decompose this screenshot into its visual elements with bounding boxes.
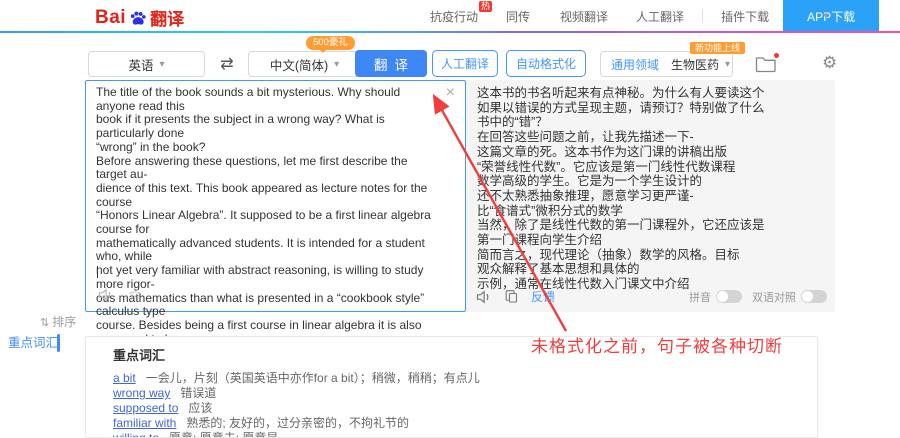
translation-result-text: 这本书的书名听起来有点神秘。为什么有人要读这个 如果以错误的方式呈现主题，请预订… (477, 86, 765, 292)
vocab-row: willing to 愿意; 愿意去; 愿意是 (113, 431, 797, 438)
vocab-term-link[interactable]: a bit (113, 371, 136, 385)
notification-dot (774, 53, 779, 58)
sort-label: 排序 (52, 315, 77, 329)
translation-result-panel: 这本书的书名听起来有点神秘。为什么有人要读这个 如果以错误的方式呈现主题，请预订… (466, 80, 835, 312)
nav-item-video-translate[interactable]: 视频翻译 (560, 8, 608, 25)
chevron-down-icon: ▾ (725, 58, 731, 70)
sort-button[interactable]: ⇅ 排序 (40, 313, 76, 330)
nav-item-simultaneous[interactable]: 同传 (506, 8, 530, 25)
nav-item-human-translate[interactable]: 人工翻译 (636, 8, 684, 25)
vocab-term-link[interactable]: willing to (113, 431, 159, 437)
folder-icon (755, 57, 776, 73)
baidu-translate-page: Bai 翻译 抗疫行动 热 同传 视频翻译 人工翻译 插件下载 APP下载 ▾ (0, 0, 900, 438)
vocab-card-title: 重点词汇 (113, 348, 166, 363)
nav-divider (702, 10, 704, 22)
vocab-row: supposed to 应该 (113, 401, 797, 416)
nav-item-plugin-download[interactable]: 插件下载 (721, 8, 769, 25)
vocab-definition: 错误道 (180, 386, 217, 400)
header-gradient-divider (0, 31, 900, 33)
domain-category-label: 通用领域 (611, 57, 660, 72)
promo-badge: 500豪礼 (306, 36, 355, 53)
vocab-definition: 一会儿，片刻（英国英语中亦作for a bit）；稍微，稍稍；有点儿 (145, 371, 480, 385)
domain-new-feature-badge: 新功能上线 (690, 42, 746, 54)
chevron-down-icon: ▾ (159, 58, 165, 70)
vocab-definition: 愿意; 愿意去; 愿意是 (169, 431, 279, 438)
nav-item-label: 抗疫行动 (430, 9, 479, 24)
baidu-paw-icon (130, 11, 146, 25)
user-menu-chevron-down-icon[interactable]: ▾ (823, 9, 829, 22)
domain-selected-value: 生物医药 (671, 57, 720, 72)
domain-select[interactable]: 通用领域 生物医药 ▾ (600, 51, 733, 77)
vocab-term-link[interactable]: supposed to (113, 401, 178, 415)
bilingual-toggle[interactable] (801, 290, 827, 303)
bilingual-toggle-label: 双语对照 (752, 291, 796, 304)
key-vocabulary-card: 重点词汇 a bit 一会儿，片刻（英国英语中亦作for a bit）；稍微，稍稍… (85, 336, 818, 438)
swap-icon: ⇄ (220, 56, 234, 73)
tab-key-vocabulary[interactable]: 重点词汇 (0, 333, 62, 353)
human-translate-button[interactable]: 人工翻译 (432, 50, 498, 77)
vocab-definition: 熟悉的; 友好的，过分亲密的，不拘礼节的 (186, 416, 410, 430)
vocab-row: familiar with 熟悉的; 友好的，过分亲密的，不拘礼节的 (113, 416, 797, 431)
vocab-row: a bit 一会儿，片刻（英国英语中亦作for a bit）；稍微，稍稍；有点儿 (113, 371, 797, 386)
result-toggles: 拼音 双语对照 (689, 289, 827, 305)
hot-badge: 热 (479, 0, 493, 12)
active-tab-indicator (57, 334, 60, 352)
source-tools: ☆ (98, 287, 141, 302)
baidu-translate-logo[interactable]: Bai 翻译 (95, 5, 184, 30)
sort-icon: ⇅ (40, 317, 50, 329)
tab-label: 重点词汇 (8, 336, 59, 350)
source-speaker-button[interactable] (98, 288, 114, 302)
source-language-select[interactable]: 英语 ▾ (88, 51, 205, 77)
vocab-term-link[interactable]: wrong way (113, 386, 170, 400)
pinyin-toggle-label: 拼音 (689, 291, 711, 304)
feedback-link[interactable]: 反馈 (531, 288, 555, 305)
settings-button[interactable]: ⚙ (822, 50, 837, 76)
gear-icon: ⚙ (822, 53, 838, 72)
result-tools: 反馈 拼音 双语对照 (476, 288, 827, 305)
vocab-definition: 应该 (188, 401, 213, 415)
logo-text-fanyi: 翻译 (150, 10, 185, 29)
text-cursor (97, 266, 98, 278)
swap-languages-button[interactable]: ⇄ (212, 51, 242, 77)
nav-item-app-download[interactable]: APP下载 (783, 0, 880, 32)
copy-icon (505, 290, 518, 303)
logo-text-bai: Bai (95, 6, 127, 28)
auto-format-button[interactable]: 自动格式化 (506, 50, 586, 77)
vocab-row: wrong way 错误道 (113, 386, 797, 401)
result-speaker-button[interactable] (476, 290, 492, 304)
favorites-folder-button[interactable] (755, 53, 779, 73)
header: Bai 翻译 抗疫行动 热 同传 视频翻译 人工翻译 插件下载 APP下载 ▾ (0, 0, 900, 32)
favorite-star-icon[interactable]: ☆ (128, 287, 141, 302)
target-language-label: 中文(简体) (269, 58, 329, 73)
copy-result-button[interactable] (504, 289, 519, 304)
translate-button[interactable]: 翻译 (355, 50, 427, 77)
top-nav: 抗疫行动 热 同传 视频翻译 人工翻译 插件下载 APP下载 (430, 0, 880, 32)
speaker-icon (98, 288, 111, 301)
chevron-down-icon: ▾ (334, 58, 340, 70)
pinyin-toggle[interactable] (716, 290, 742, 303)
source-text-panel[interactable]: The title of the book sounds a bit myste… (85, 80, 466, 438)
vocab-term-link[interactable]: familiar with (113, 416, 176, 430)
clear-input-close-icon[interactable]: × (446, 85, 455, 101)
nav-item-anti-epidemic[interactable]: 抗疫行动 热 (430, 0, 493, 25)
source-language-label: 英语 (128, 58, 154, 73)
speaker-icon (476, 290, 489, 303)
target-language-select[interactable]: 中文(简体) ▾ (248, 51, 361, 77)
